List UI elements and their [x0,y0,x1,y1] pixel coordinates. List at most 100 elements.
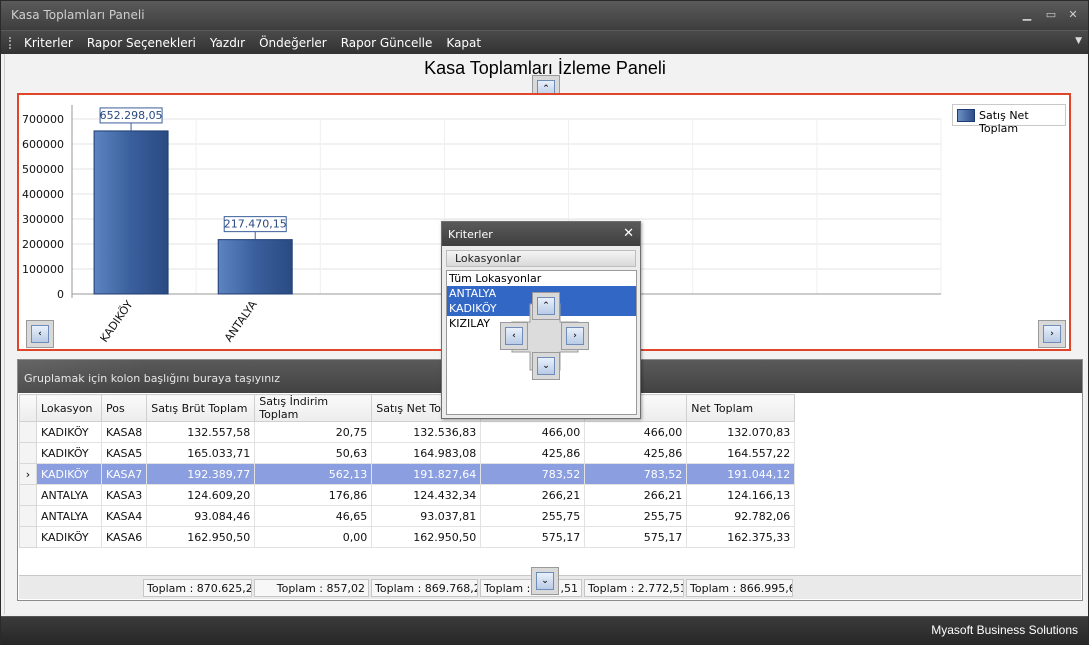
table-cell[interactable]: 425,86 [480,442,586,464]
tab-lokasyonlar[interactable]: Lokasyonlar [446,250,636,267]
table-cell[interactable]: 92.782,06 [686,505,796,527]
table-cell[interactable]: 124.609,20 [146,484,256,506]
company-label: Myasoft Business Solutions [931,623,1078,637]
table-cell[interactable]: 266,21 [480,484,586,506]
close-icon[interactable]: ✕ [1065,7,1081,23]
table-cell[interactable]: KADIKÖY [36,421,102,443]
dock-guide-right[interactable]: › [561,322,589,350]
table-cell[interactable]: 93.084,46 [146,505,256,527]
row-indicator[interactable] [19,484,37,506]
window-title: Kasa Toplamları Paneli [11,8,145,22]
toolbar-overflow-icon[interactable]: ▼ [1075,36,1082,46]
table-cell[interactable]: KADIKÖY [36,442,102,464]
toolbar-grip[interactable] [9,37,12,49]
table-cell[interactable]: 176,86 [254,484,373,506]
table-cell[interactable]: KASA3 [100,484,148,506]
table-cell[interactable]: KASA8 [100,421,148,443]
menu-kapat[interactable]: Kapat [439,31,488,55]
table-cell[interactable]: 162.375,33 [686,526,796,548]
table-row[interactable]: › KADIKÖY KASA7 192.389,77 562,13 191.827,64 7… [19,463,796,485]
table-cell[interactable]: ANTALYA [36,484,102,506]
table-cell[interactable]: KASA6 [100,526,148,548]
dock-left-button[interactable]: ‹ [26,320,54,348]
table-cell[interactable]: KADIKÖY [36,526,102,548]
bar [217,239,293,295]
legend-swatch [957,109,975,122]
table-cell[interactable]: 783,52 [584,463,688,485]
table-cell[interactable]: 124.432,34 [371,484,482,506]
table-cell[interactable]: KASA7 [100,463,148,485]
table-cell[interactable]: 162.950,50 [146,526,256,548]
table-cell[interactable]: 164.557,22 [686,442,796,464]
table-cell[interactable]: 132.557,58 [146,421,256,443]
dialog-close-icon[interactable]: ✕ [623,226,634,241]
y-tick-label: 0 [57,288,64,301]
bar [93,130,169,295]
table-cell[interactable]: 255,75 [480,505,586,527]
menu-kriterler[interactable]: Kriterler [17,31,80,55]
table-cell[interactable]: 93.037,81 [371,505,482,527]
maximize-icon[interactable]: ▭ [1043,7,1059,23]
total-toplam: Toplam : 2.772,51 [584,579,684,597]
table-cell[interactable]: 162.950,50 [371,526,482,548]
table-cell[interactable]: 466,00 [480,421,586,443]
table-row[interactable]: KADIKÖY KASA6 162.950,50 0,00 162.950,50 575,… [19,526,796,548]
table-row[interactable]: ANTALYA KASA3 124.609,20 176,86 124.432,34 26… [19,484,796,506]
table-cell[interactable]: KASA4 [100,505,148,527]
col-header-net-toplam[interactable]: Net Toplam [686,394,796,422]
chevron-left-icon: ‹ [512,331,516,341]
table-cell[interactable]: 164.983,08 [371,442,482,464]
table-cell[interactable]: 266,21 [584,484,688,506]
table-cell[interactable]: 165.033,71 [146,442,256,464]
menu-rapor-secenekleri[interactable]: Rapor Seçenekleri [80,31,203,55]
table-cell[interactable]: 191.044,12 [686,463,796,485]
table-cell[interactable]: 562,13 [254,463,373,485]
table-cell[interactable]: 425,86 [584,442,688,464]
table-cell[interactable]: 191.827,64 [371,463,482,485]
menu-yazdir[interactable]: Yazdır [203,31,252,55]
table-cell[interactable]: KADIKÖY [36,463,102,485]
col-header-pos[interactable]: Pos [100,394,148,422]
table-cell[interactable]: 575,17 [480,526,586,548]
table-row[interactable]: KADIKÖY KASA8 132.557,58 20,75 132.536,83 466… [19,421,796,443]
table-cell[interactable]: 783,52 [480,463,586,485]
table-cell[interactable]: ANTALYA [36,505,102,527]
chevron-right-icon: › [1050,329,1054,339]
table-cell[interactable]: 575,17 [584,526,688,548]
table-cell[interactable]: 46,65 [254,505,373,527]
table-cell[interactable]: 0,00 [254,526,373,548]
dock-right-button[interactable]: › [1038,320,1066,348]
table-cell[interactable]: 50,63 [254,442,373,464]
table-cell[interactable]: 255,75 [584,505,688,527]
x-tick-label: ANTALYA [222,298,260,345]
row-indicator[interactable]: › [19,463,37,485]
total-satis-indirim: Toplam : 857,02 [254,579,369,597]
data-label: 652.298,05 [100,109,163,122]
dock-guide-top[interactable]: ⌃ [532,292,560,320]
row-indicator[interactable] [19,526,37,548]
dock-guide-bottom[interactable]: ⌄ [532,352,560,380]
col-header-lokasyon[interactable]: Lokasyon [36,394,102,422]
dock-bottom-button[interactable]: ⌄ [531,567,559,595]
row-indicator[interactable] [19,421,37,443]
minimize-icon[interactable]: ▁ [1019,7,1035,23]
list-item[interactable]: Tüm Lokasyonlar [447,271,636,286]
table-row[interactable]: ANTALYA KASA4 93.084,46 46,65 93.037,81 255,7… [19,505,796,527]
menu-ondegerler[interactable]: Öndeğerler [252,31,334,55]
chevron-down-icon: ⌄ [541,576,549,586]
table-cell[interactable]: 132.070,83 [686,421,796,443]
table-cell[interactable]: 192.389,77 [146,463,256,485]
table-cell[interactable]: KASA5 [100,442,148,464]
y-tick-label: 400000 [22,188,64,201]
table-cell[interactable]: 124.166,13 [686,484,796,506]
dock-guide-left[interactable]: ‹ [500,322,528,350]
col-header-satis-indirim[interactable]: Satış İndirim Toplam [254,394,373,422]
table-cell[interactable]: 20,75 [254,421,373,443]
table-row[interactable]: KADIKÖY KASA5 165.033,71 50,63 164.983,08 425… [19,442,796,464]
table-cell[interactable]: 466,00 [584,421,688,443]
table-cell[interactable]: 132.536,83 [371,421,482,443]
col-header-satis-brut[interactable]: Satış Brüt Toplam [146,394,256,422]
menu-rapor-guncelle[interactable]: Rapor Güncelle [334,31,440,55]
row-indicator[interactable] [19,505,37,527]
row-indicator[interactable] [19,442,37,464]
